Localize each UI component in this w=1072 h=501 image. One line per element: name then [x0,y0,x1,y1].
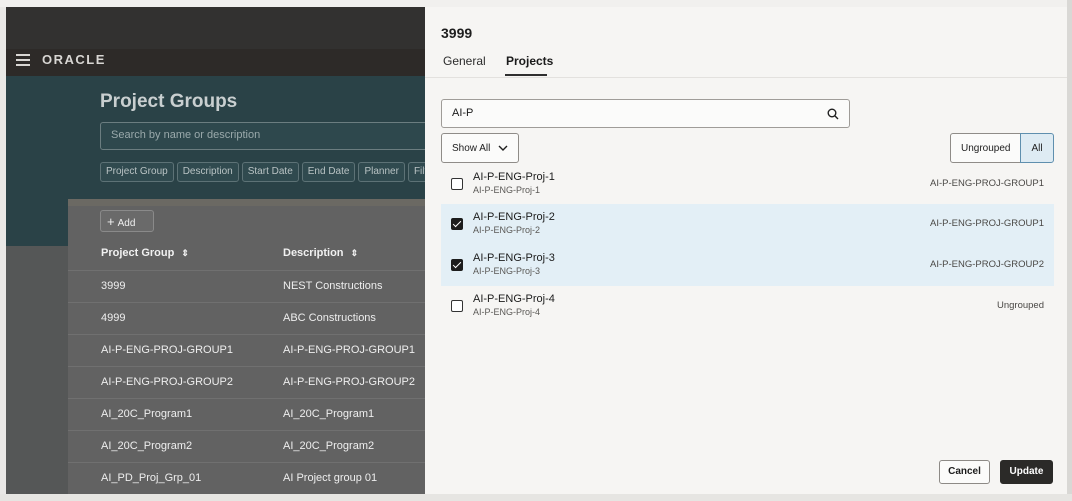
filter-chip-filters[interactable]: Filt [407,162,426,182]
cell-project-group: 3999 [101,280,126,292]
app-top-bar [6,7,426,49]
table-row[interactable]: 3999 NEST Constructions [68,270,426,302]
column-header-label: Description [283,247,344,259]
drawer-title: 3999 [441,25,473,41]
table-row[interactable]: AI-P-ENG-PROJ-GROUP1 AI-P-ENG-PROJ-GROUP1 [68,334,426,366]
project-list-item[interactable]: AI-P-ENG-Proj-3 AI-P-ENG-Proj-3 AI-P-ENG… [441,245,1054,286]
checkbox[interactable] [451,178,463,190]
project-search-field[interactable] [441,99,850,128]
show-all-label: Show All [452,143,491,154]
tab-general[interactable]: General [443,54,486,68]
cell-description: ABC Constructions [283,312,376,324]
filter-chip-end-date[interactable]: End Date [301,162,356,182]
background-app: ORACLE Project Groups Search by name or … [6,7,426,494]
chevron-down-icon [498,145,508,151]
segment-all[interactable]: All [1020,133,1054,163]
project-number: AI-P-ENG-Proj-3 [473,266,541,276]
cell-project-group: AI-P-ENG-PROJ-GROUP2 [101,376,234,388]
page-title: Project Groups [100,91,238,112]
table-row[interactable]: AI_20C_Program1 AI_20C_Program1 [68,398,426,430]
tab-projects[interactable]: Projects [506,54,553,68]
column-header-project-group[interactable]: Project Group ⇕ [101,247,189,259]
cell-project-group: AI-P-ENG-PROJ-GROUP1 [101,344,234,356]
project-list-item[interactable]: AI-P-ENG-Proj-2 AI-P-ENG-Proj-2 AI-P-ENG… [441,204,1054,245]
cell-description: AI_20C_Program2 [283,440,375,452]
outer-background-top [0,0,1072,7]
filter-chips: Project Group Description Start Date End Da… [100,161,426,183]
project-name: AI-P-ENG-Proj-2 [473,211,555,223]
table-row[interactable]: AI-P-ENG-PROJ-GROUP2 AI-P-ENG-PROJ-GROUP2 [68,366,426,398]
cell-project-group: AI_20C_Program1 [101,408,193,420]
active-tab-indicator [505,74,547,76]
plus-icon: + [107,214,115,229]
filter-chip-description[interactable]: Description [176,162,239,182]
show-all-dropdown[interactable]: Show All [441,133,519,163]
update-button[interactable]: Update [1000,460,1053,484]
cell-project-group: 4999 [101,312,126,324]
add-button-label: Add [117,218,136,229]
outer-background-right [1067,0,1072,501]
project-number: AI-P-ENG-Proj-2 [473,225,541,235]
project-list-item[interactable]: AI-P-ENG-Proj-4 AI-P-ENG-Proj-4 Ungroupe… [441,286,1054,327]
left-background [6,246,68,494]
cell-description: AI-P-ENG-PROJ-GROUP1 [283,344,416,356]
add-button[interactable]: + Add [100,210,154,232]
cell-description: AI_20C_Program1 [283,408,375,420]
search-icon[interactable] [827,108,839,120]
project-group-label: AI-P-ENG-PROJ-GROUP1 [929,178,1044,189]
tab-divider [425,77,1067,78]
project-number: AI-P-ENG-Proj-1 [473,185,541,195]
project-name: AI-P-ENG-Proj-4 [473,293,555,305]
filter-chip-start-date[interactable]: Start Date [241,162,299,182]
project-search-input[interactable] [452,107,812,119]
sort-icon: ⇕ [181,248,189,258]
cell-description: AI Project group 01 [283,472,378,484]
checkbox-checked[interactable] [451,218,463,230]
column-header-description[interactable]: Description ⇕ [283,247,358,259]
cancel-button[interactable]: Cancel [939,460,990,484]
cell-project-group: AI_20C_Program2 [101,440,193,452]
oracle-logo: ORACLE [42,52,106,67]
project-name: AI-P-ENG-Proj-3 [473,252,555,264]
project-group-label: AI-P-ENG-PROJ-GROUP1 [929,218,1044,229]
filter-chip-planner[interactable]: Planner [358,162,405,182]
sort-icon: ⇕ [350,248,359,258]
project-list-item[interactable]: AI-P-ENG-Proj-1 AI-P-ENG-Proj-1 AI-P-ENG… [441,164,1054,205]
table-row[interactable]: AI_PD_Proj_Grp_01 AI Project group 01 [68,462,426,494]
segment-ungrouped[interactable]: Ungrouped [950,133,1021,163]
hamburger-menu-icon[interactable] [16,54,30,66]
cell-project-group: AI_PD_Proj_Grp_01 [101,472,202,484]
project-group-label: Ungrouped [996,300,1044,311]
table-row[interactable]: 4999 ABC Constructions [68,302,426,334]
project-group-label: AI-P-ENG-PROJ-GROUP2 [929,259,1044,270]
project-name: AI-P-ENG-Proj-1 [473,171,555,183]
column-header-label: Project Group [101,247,175,259]
project-group-search-input[interactable]: Search by name or description [100,122,426,150]
table-row[interactable]: AI_20C_Program2 AI_20C_Program2 [68,430,426,462]
cell-description: NEST Constructions [283,280,383,292]
project-number: AI-P-ENG-Proj-4 [473,307,541,317]
cell-description: AI-P-ENG-PROJ-GROUP2 [283,376,416,388]
outer-background-bottom [0,494,1072,501]
edit-project-group-drawer: 3999 General Projects Show All Ungrouped… [425,7,1067,494]
checkbox-checked[interactable] [451,259,463,271]
filter-chip-project-group[interactable]: Project Group [100,162,174,182]
checkbox[interactable] [451,300,463,312]
